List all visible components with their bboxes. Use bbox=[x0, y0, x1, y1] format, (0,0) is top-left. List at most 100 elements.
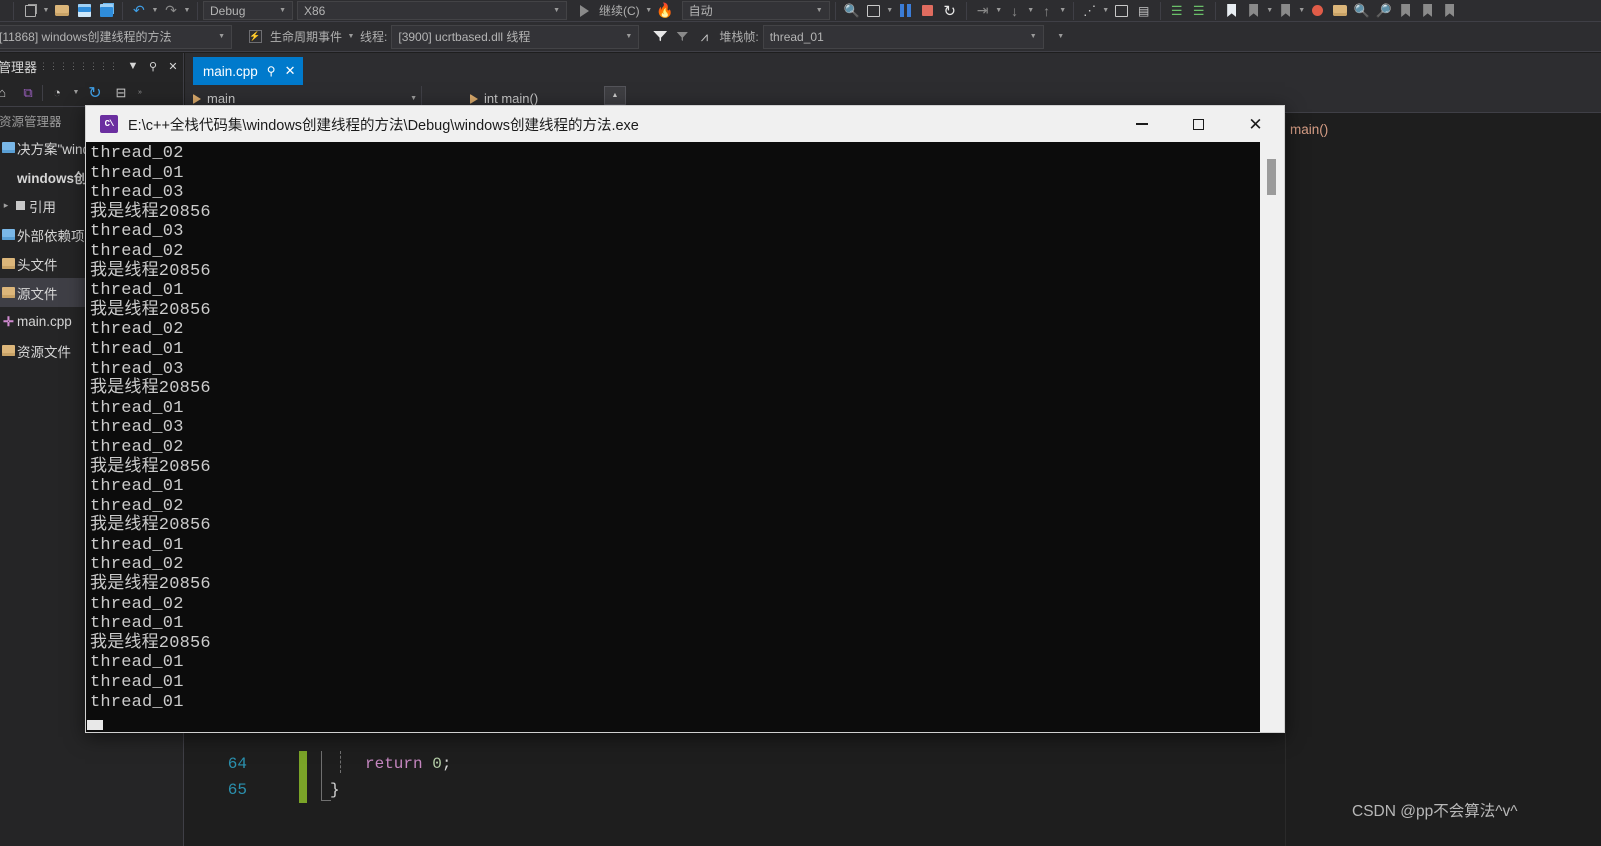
chevron-down-icon: ▼ bbox=[815, 7, 823, 14]
chevron-down-icon: ▼ bbox=[625, 33, 633, 40]
console-horizontal-scrollbar[interactable] bbox=[86, 718, 1284, 732]
chevron-down-icon[interactable]: ▼ bbox=[123, 60, 143, 72]
stackframe-combo[interactable]: thread_01 ▼ bbox=[762, 24, 1044, 49]
redo-icon[interactable]: ↷ bbox=[160, 1, 182, 21]
console-vertical-scrollbar[interactable] bbox=[1260, 142, 1284, 720]
console-output[interactable]: thread_02 thread_01 thread_03 我是线程20856 thre… bbox=[86, 142, 1262, 720]
indent-icon[interactable]: ☰ bbox=[1166, 1, 1188, 21]
pause-icon[interactable] bbox=[895, 1, 917, 21]
editor-tabstrip: main.cpp ⚲ ✕ bbox=[185, 53, 1601, 85]
console-line: thread_03 bbox=[90, 418, 184, 438]
open-folder-icon[interactable] bbox=[51, 1, 73, 21]
step-into-caret-icon[interactable]: ▼ bbox=[1026, 1, 1036, 21]
solution-explorer-toolbar: ⌂ ⧉ ◔ ▼ ↻ ⊟ » bbox=[0, 79, 183, 107]
toolbar-overflow-icon[interactable]: ▼ bbox=[1056, 27, 1066, 47]
zoom-out-icon[interactable]: 🔍 bbox=[1351, 1, 1373, 21]
maximize-button[interactable] bbox=[1170, 106, 1227, 142]
undo-dropdown-caret-icon[interactable]: ▼ bbox=[150, 1, 160, 21]
search-placeholder: 方案资源管理器 bbox=[0, 114, 62, 129]
lifecycle-events-icon[interactable]: ⚡ bbox=[244, 27, 266, 47]
code-line: 65} bbox=[185, 777, 1285, 803]
step-over-caret-icon[interactable]: ▼ bbox=[994, 1, 1004, 21]
bookmark-next-caret-icon[interactable]: ▼ bbox=[1265, 1, 1275, 21]
tab-main-cpp[interactable]: main.cpp ⚲ ✕ bbox=[193, 57, 304, 85]
save-icon[interactable] bbox=[73, 1, 95, 21]
step-into-icon[interactable]: ↓ bbox=[1004, 1, 1026, 21]
folder-open-icon[interactable] bbox=[1329, 1, 1351, 21]
thread-combo[interactable]: [3900] ucrtbased.dll 线程 ▼ bbox=[391, 24, 640, 49]
member-arrow-icon bbox=[470, 93, 478, 104]
process-combo[interactable]: [11868] windows创建线程的方法 ▼ bbox=[0, 24, 232, 49]
continue-button[interactable]: 继续(C) bbox=[595, 2, 644, 19]
console-titlebar[interactable]: C\ E:\c++全栈代码集\windows创建线程的方法\Debug\wind… bbox=[86, 106, 1284, 142]
save-all-icon[interactable] bbox=[95, 1, 117, 21]
collapse-all-icon[interactable]: ⊟ bbox=[109, 82, 133, 104]
console-line: thread_03 bbox=[90, 359, 184, 379]
continue-dropdown-caret-icon[interactable]: ▼ bbox=[644, 1, 654, 21]
line-number: 64 bbox=[227, 755, 247, 773]
pin-icon[interactable]: ⚲ bbox=[143, 60, 163, 73]
minimize-button[interactable] bbox=[1113, 106, 1170, 142]
configuration-combo[interactable]: Debug ▼ bbox=[203, 1, 293, 20]
comment-block-icon[interactable]: ▤ bbox=[1133, 1, 1155, 21]
tree-item-label: 外部依赖项 bbox=[17, 228, 85, 244]
se-overflow-icon[interactable]: » bbox=[135, 83, 145, 103]
squiggle-icon[interactable]: ⩘ bbox=[693, 27, 715, 47]
filter-icon[interactable] bbox=[649, 27, 671, 47]
bookmark-clear-icon[interactable] bbox=[1417, 1, 1439, 21]
bookmark-toggle-icon[interactable] bbox=[1439, 1, 1461, 21]
home-dropdown-caret-icon[interactable]: ▼ bbox=[885, 1, 895, 21]
close-icon[interactable]: ✕ bbox=[285, 63, 296, 79]
diff-icon[interactable]: ⋰ bbox=[1079, 1, 1101, 21]
editor-vertical-scrollbar[interactable] bbox=[1584, 114, 1601, 846]
find-icon[interactable]: 🔍 bbox=[841, 1, 863, 21]
close-button[interactable]: ✕ bbox=[1227, 106, 1284, 142]
scrollbar-corner bbox=[1260, 718, 1284, 732]
filter-flag-icon[interactable] bbox=[671, 27, 693, 47]
console-line: thread_01 bbox=[90, 477, 184, 497]
lifecycle-events-label[interactable]: 生命周期事件 bbox=[266, 28, 346, 45]
outdent-icon[interactable]: ☰ bbox=[1188, 1, 1210, 21]
breakpoint-icon[interactable] bbox=[1307, 1, 1329, 21]
copy-icon[interactable] bbox=[19, 1, 41, 21]
console-line: thread_02 bbox=[90, 594, 184, 614]
code-view-icon[interactable]: ⧉ bbox=[16, 82, 40, 104]
window-icon[interactable] bbox=[1111, 1, 1133, 21]
scrollbar-thumb[interactable] bbox=[1267, 159, 1276, 195]
step-over-icon[interactable]: ⇥ bbox=[972, 1, 994, 21]
close-icon[interactable]: ✕ bbox=[163, 60, 183, 73]
bookmark-add-icon[interactable] bbox=[1395, 1, 1417, 21]
start-debug-icon[interactable] bbox=[573, 1, 595, 21]
home-icon[interactable] bbox=[863, 1, 885, 21]
restart-icon[interactable]: ↻ bbox=[939, 1, 961, 21]
bookmark-icon[interactable] bbox=[1221, 1, 1243, 21]
hot-reload-icon[interactable]: 🔥 bbox=[654, 1, 676, 21]
nav-scroll-up-button[interactable]: ▲ bbox=[604, 86, 626, 105]
diff-caret-icon[interactable]: ▼ bbox=[1101, 1, 1111, 21]
toolbar-divider-7 bbox=[1159, 1, 1161, 20]
pending-changes-icon[interactable]: ◔ bbox=[45, 82, 69, 104]
bookmark-prev-caret-icon[interactable]: ▼ bbox=[1297, 1, 1307, 21]
refresh-icon[interactable]: ↻ bbox=[83, 82, 107, 104]
redo-dropdown-caret-icon[interactable]: ▼ bbox=[182, 1, 192, 21]
undo-icon[interactable]: ↷ bbox=[128, 1, 150, 21]
pending-changes-caret-icon[interactable]: ▼ bbox=[71, 83, 81, 103]
step-out-caret-icon[interactable]: ▼ bbox=[1058, 1, 1068, 21]
console-line: thread_02 bbox=[90, 555, 184, 575]
toolbar-divider-2 bbox=[122, 1, 123, 20]
console-line: 我是线程20856 bbox=[90, 202, 211, 222]
bookmark-prev-icon[interactable] bbox=[1275, 1, 1297, 21]
stop-icon[interactable] bbox=[917, 1, 939, 21]
pin-icon[interactable]: ⚲ bbox=[267, 64, 276, 78]
home-icon[interactable]: ⌂ bbox=[0, 82, 14, 104]
attach-combo[interactable]: 自动 ▼ bbox=[681, 1, 830, 20]
bookmark-next-icon[interactable] bbox=[1243, 1, 1265, 21]
lifecycle-caret-icon[interactable]: ▼ bbox=[346, 27, 356, 47]
panel-drag-dots[interactable]: ⋮⋮⋮⋮⋮⋮⋮⋮ bbox=[39, 61, 119, 72]
copy-dropdown-caret-icon[interactable]: ▼ bbox=[41, 1, 51, 21]
zoom-in-icon[interactable]: 🔎 bbox=[1373, 1, 1395, 21]
scrollbar-thumb-horizontal[interactable] bbox=[87, 720, 103, 730]
platform-combo[interactable]: X86 ▼ bbox=[297, 1, 567, 20]
expander-icon[interactable]: ▸ bbox=[0, 200, 12, 211]
step-out-icon[interactable]: ↑ bbox=[1036, 1, 1058, 21]
